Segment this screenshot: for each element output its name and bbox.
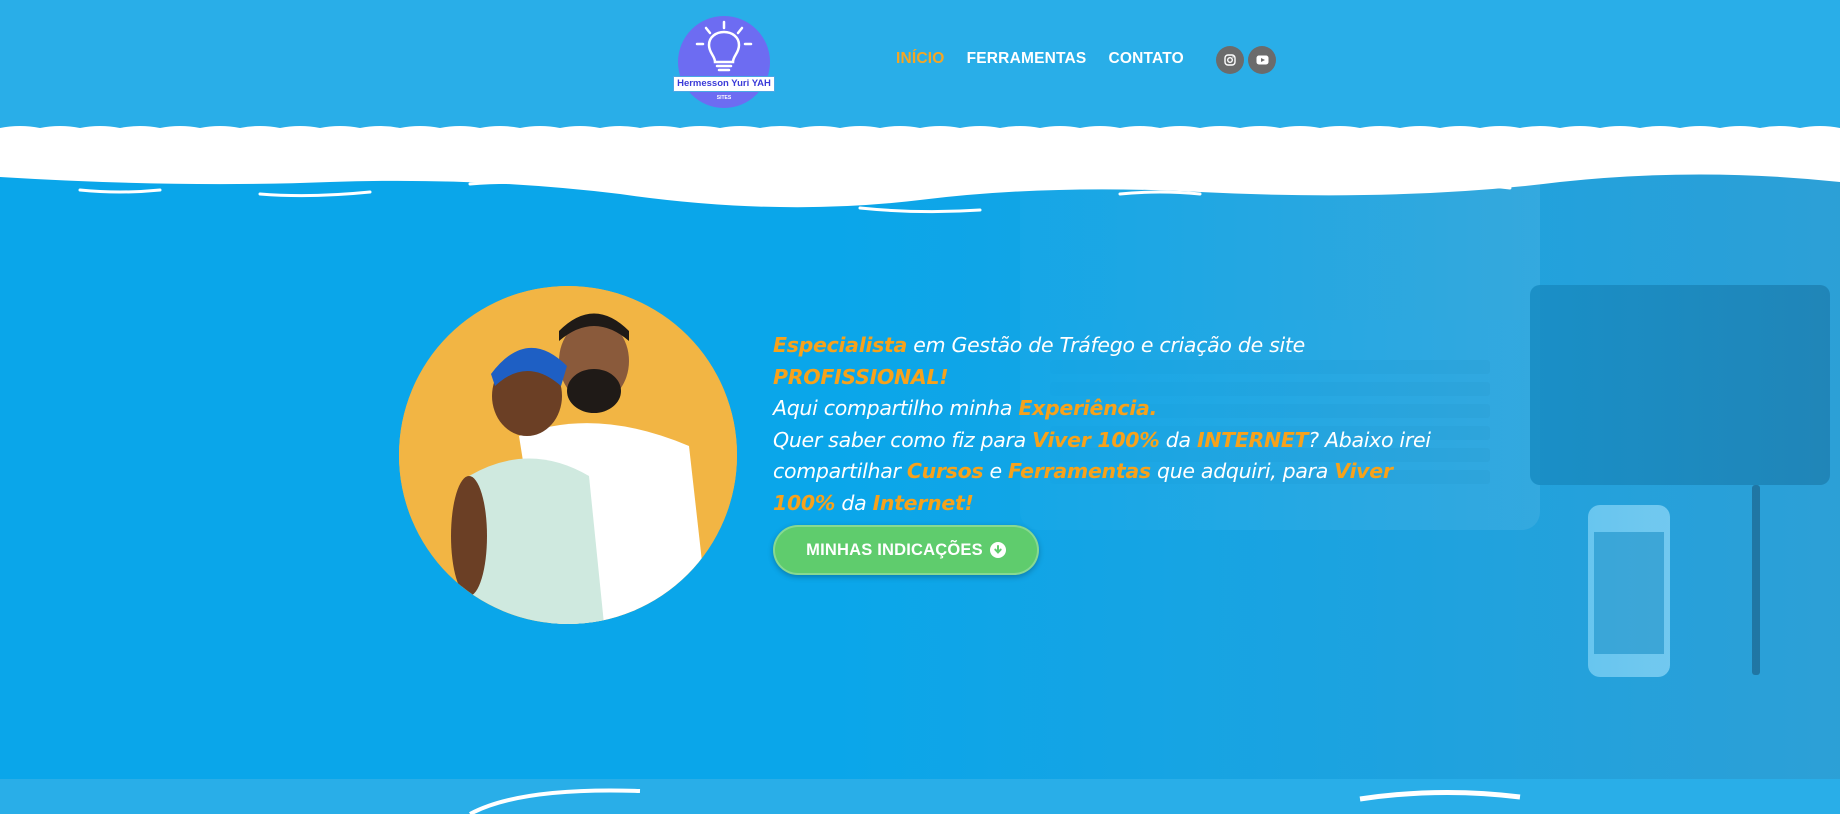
lightbulb-icon [695, 20, 753, 72]
hl-cursos: Cursos [906, 459, 984, 483]
youtube-link[interactable] [1248, 46, 1276, 74]
nav-link-contato[interactable]: CONTATO [1108, 50, 1183, 68]
youtube-icon [1256, 55, 1268, 65]
hl-ferramentas: Ferramentas [1008, 459, 1151, 483]
logo-name: Hermesson Yuri YAH [673, 76, 775, 92]
hl-internet: INTERNET [1196, 427, 1309, 452]
site-logo[interactable]: Hermesson Yuri YAH SITES [673, 16, 775, 108]
hl-internet-2: Internet! [872, 490, 974, 515]
arrow-down-circle-icon [989, 542, 1006, 558]
minhas-indicacoes-button[interactable]: MINHAS INDICAÇÕES [773, 525, 1039, 575]
hero-section: Especialista em Gestão de Tráfego e cria… [0, 160, 1840, 779]
main-nav: INÍCIO FERRAMENTAS CONTATO [896, 50, 1206, 68]
hero-headline: Especialista em Gestão de Tráfego e cria… [773, 330, 1453, 519]
hero-text-part: e [983, 459, 1009, 483]
instagram-icon [1224, 54, 1236, 66]
instagram-link[interactable] [1216, 46, 1244, 74]
wave-divider [0, 122, 1840, 214]
hero-text-part: da [1159, 427, 1197, 452]
hero-text-part: Quer saber como fiz para [773, 427, 1033, 452]
hl-especialista: Especialista [773, 333, 908, 357]
next-section-top [0, 779, 1840, 814]
hero-text-part: Aqui compartilho minha [773, 396, 1019, 420]
hl-profissional: PROFISSIONAL! [773, 364, 949, 389]
hero-text-part: da [835, 490, 873, 515]
nav-link-ferramentas[interactable]: FERRAMENTAS [967, 50, 1087, 68]
hero-text-part: que adquiri, para [1150, 459, 1335, 483]
hl-viver-100: Viver 100% [1032, 427, 1160, 452]
cta-label: MINHAS INDICAÇÕES [806, 540, 983, 559]
hl-experiencia: Experiência. [1018, 396, 1157, 420]
nav-link-inicio[interactable]: INÍCIO [896, 50, 945, 68]
site-header: Hermesson Yuri YAH SITES INÍCIO FERRAMEN… [0, 0, 1840, 125]
hero-text-part: em Gestão de Tráfego e criação de site [907, 333, 1305, 357]
profile-photo [399, 286, 737, 624]
logo-subtitle: SITES [716, 95, 732, 101]
